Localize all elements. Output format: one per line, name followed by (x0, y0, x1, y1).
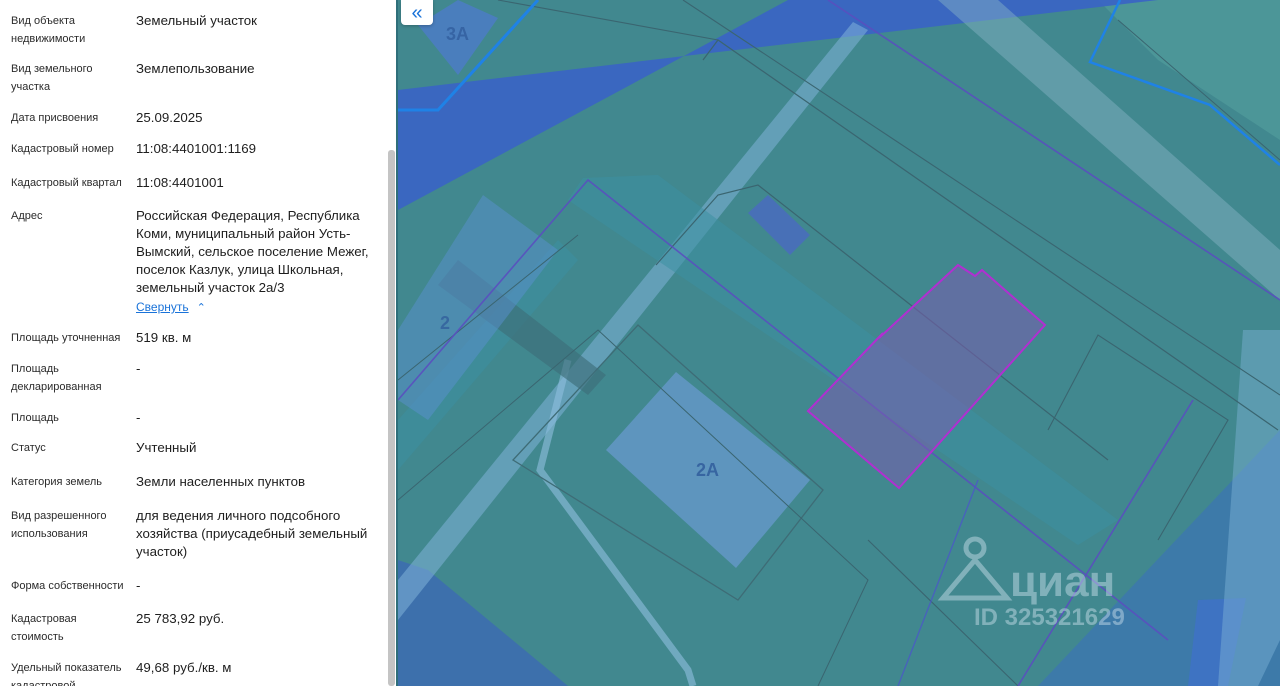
field-value: 25 783,92 руб. (136, 611, 225, 626)
field-label: Удельный показатель кадастровой (11, 662, 122, 686)
field-label: Площадь декларированная (11, 363, 102, 393)
cadastral-map[interactable]: 3А 2 2А циан ID 325321629 (398, 0, 1280, 686)
field-value: Российская Федерация, Республика Коми, м… (136, 207, 381, 317)
double-chevron-left-icon: « (411, 1, 423, 24)
collapse-link[interactable]: Свернуть (136, 298, 189, 316)
field-value: для ведения личного подсобного хозяйства… (136, 508, 368, 559)
field-label: Кадастровый квартал (11, 177, 122, 189)
field-label: Вид земельного участка (11, 63, 93, 93)
field-value: Землепользование (136, 61, 255, 76)
field-value: - (136, 410, 141, 425)
property-info-panel: Вид объекта недвижимости Земельный участ… (0, 0, 398, 686)
map-canvas[interactable]: 3А 2 2А циан ID 325321629 (398, 0, 1280, 686)
field-value[interactable]: 11:08:4401001 (136, 174, 381, 192)
field-label: Кадастровая стоимость (11, 613, 77, 643)
plot-label-2a: 2А (696, 460, 719, 480)
plot-label-2: 2 (440, 313, 450, 333)
field-label: Статус (11, 442, 46, 454)
chevron-up-icon[interactable]: ⌃ (197, 299, 206, 317)
panel-scrollbar[interactable] (388, 150, 395, 686)
field-value: 49,68 руб./кв. м (136, 660, 232, 675)
plot-label-3a: 3А (446, 24, 469, 44)
field-label: Категория земель (11, 476, 102, 488)
field-label: Вид объекта недвижимости (11, 15, 86, 45)
field-value: - (136, 361, 141, 376)
watermark-brand: циан (1010, 557, 1115, 606)
field-label: Площадь уточненная (11, 332, 121, 344)
field-label: Кадастровый номер (11, 143, 114, 155)
field-label: Площадь (11, 412, 59, 424)
field-value: Земельный участок (136, 13, 258, 28)
field-label: Форма собственности (11, 580, 124, 592)
field-value: 25.09.2025 (136, 110, 203, 125)
field-label: Дата присвоения (11, 112, 99, 124)
field-value: 519 кв. м (136, 330, 192, 345)
field-value[interactable]: 11:08:4401001:1169 (136, 140, 381, 158)
watermark-id: ID 325321629 (974, 604, 1125, 631)
field-value: Земли населенных пунктов (136, 474, 306, 489)
address-text: Российская Федерация, Республика Коми, м… (136, 208, 369, 295)
field-label: Вид разрешенного использования (11, 510, 107, 540)
field-label: Адрес (11, 210, 43, 222)
field-value: - (136, 578, 141, 593)
field-value: Учтенный (136, 440, 197, 455)
collapse-panel-button[interactable]: « (401, 0, 433, 25)
